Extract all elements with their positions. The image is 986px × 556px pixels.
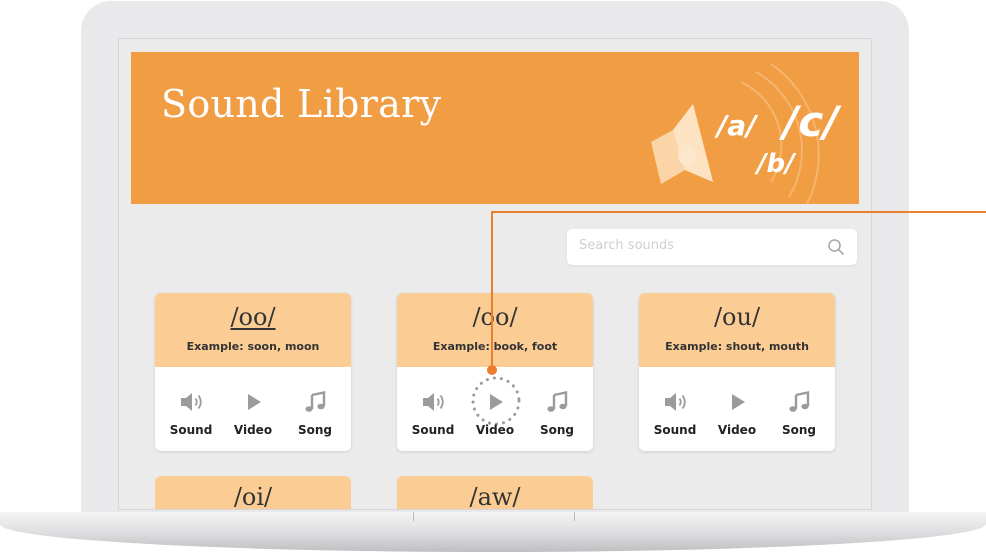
callout-pointer <box>487 211 986 375</box>
